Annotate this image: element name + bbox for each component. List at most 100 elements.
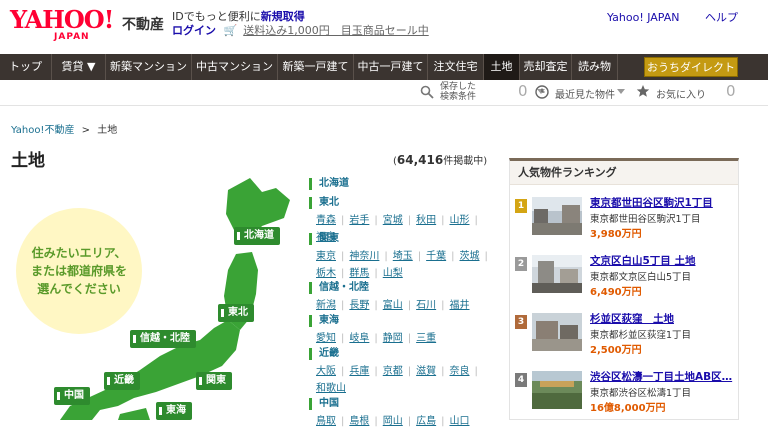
property-price: 2,500万円 xyxy=(590,345,642,356)
cart-icon: 🛒 xyxy=(223,24,238,37)
map-label-tokai[interactable]: 東海 xyxy=(156,402,192,420)
region-hokkaido: 北海道 xyxy=(309,178,499,190)
pref-link[interactable]: 静岡 xyxy=(383,333,403,344)
region-tokai: 東海 愛知 | 岐阜 | 静岡 | 三重 xyxy=(309,315,499,347)
property-price: 16億8,000万円 xyxy=(590,403,666,414)
ranking-title: 人気物件ランキング xyxy=(510,161,738,185)
ouchi-direct-button[interactable]: おうちダイレクト xyxy=(644,57,738,77)
clock-icon xyxy=(535,85,549,102)
property-address: 東京都世田谷区駒沢1丁目 xyxy=(590,214,701,225)
logo-site-name: 不動産 xyxy=(122,17,164,33)
nav-new-mansion[interactable]: 新築マンション xyxy=(106,54,192,80)
pref-link[interactable]: 神奈川 xyxy=(349,251,379,262)
nav-used-mansion[interactable]: 中古マンション xyxy=(192,54,278,80)
property-title[interactable]: 杉並区荻窪 土地 xyxy=(590,311,738,326)
property-title[interactable]: 文京区白山5丁目 土地 xyxy=(590,253,738,268)
property-address: 東京都渋谷区松濤1丁目 xyxy=(590,388,692,399)
region-name[interactable]: 東北 xyxy=(309,197,499,209)
region-kinki: 近畿 大阪 | 兵庫 | 京都 | 滋賀 | 奈良 | 和歌山 xyxy=(309,348,499,397)
pref-link[interactable]: 和歌山 xyxy=(316,383,346,394)
pref-link[interactable]: 富山 xyxy=(383,300,403,311)
pref-link[interactable]: 大阪 xyxy=(316,366,336,377)
logo-yahoo-text: YAHOO! xyxy=(10,5,114,34)
logo-japan-text: JAPAN xyxy=(54,32,90,42)
ranking-item[interactable]: 1 東京都世田谷区駒沢1丁目 東京都世田谷区駒沢1丁目 3,980万円 xyxy=(510,193,740,251)
favorites-count: 0 xyxy=(726,82,736,100)
pref-link[interactable]: 石川 xyxy=(416,300,436,311)
page-title: 土地 xyxy=(11,151,45,171)
pref-link[interactable]: 山梨 xyxy=(383,268,403,279)
pref-link[interactable]: 長野 xyxy=(349,300,369,311)
nav-sale-assessment[interactable]: 売却査定 xyxy=(520,54,572,80)
saved-conditions-label-2: 検索条件 xyxy=(440,92,477,102)
nav-top[interactable]: トップ xyxy=(0,54,52,80)
shikoku-shape[interactable] xyxy=(118,408,150,420)
login-link[interactable]: ログイン xyxy=(172,24,216,37)
pref-link[interactable]: 島根 xyxy=(349,416,369,427)
pref-link[interactable]: 東京 xyxy=(316,251,336,262)
nav-new-house[interactable]: 新築一戸建て xyxy=(278,54,354,80)
pref-link[interactable]: 新潟 xyxy=(316,300,336,311)
pref-link[interactable]: 鳥取 xyxy=(316,416,336,427)
pref-link[interactable]: 京都 xyxy=(383,366,403,377)
breadcrumb-current: 土地 xyxy=(97,125,118,136)
property-thumbnail[interactable] xyxy=(532,255,582,293)
pref-link[interactable]: 兵庫 xyxy=(349,366,369,377)
property-thumbnail[interactable] xyxy=(532,197,582,235)
pref-link[interactable]: 広島 xyxy=(416,416,436,427)
pref-link[interactable]: 奈良 xyxy=(450,366,470,377)
chevron-down-icon[interactable] xyxy=(617,89,625,94)
pref-link[interactable]: 岐阜 xyxy=(349,333,369,344)
yahoo-japan-link[interactable]: Yahoo! JAPAN xyxy=(607,11,680,24)
region-name[interactable]: 東海 xyxy=(309,315,499,327)
login-line: ログイン 🛒 送料込み1,000円 目玉商品セール中 xyxy=(172,22,429,38)
map-label-kanto[interactable]: 関東 xyxy=(196,372,232,390)
breadcrumb-home[interactable]: Yahoo!不動産 xyxy=(11,125,74,136)
pref-link[interactable]: 三重 xyxy=(416,333,436,344)
yahoo-realestate-logo[interactable]: YAHOO! JAPAN 不動産 xyxy=(10,5,164,43)
help-link[interactable]: ヘルプ xyxy=(705,11,738,24)
map-label-tohoku[interactable]: 東北 xyxy=(218,304,254,322)
pref-link[interactable]: 栃木 xyxy=(316,268,336,279)
nav-custom-home[interactable]: 注文住宅 xyxy=(428,54,484,80)
property-title[interactable]: 渋谷区松濤一丁目土地AB区… xyxy=(590,369,738,384)
pref-link[interactable]: 青森 xyxy=(316,215,336,226)
nav-rent[interactable]: 賃貸 ▼ xyxy=(52,54,106,80)
nav-articles[interactable]: 読み物 xyxy=(572,54,618,80)
nav-land[interactable]: 土地 xyxy=(484,54,520,80)
region-name[interactable]: 近畿 xyxy=(309,348,499,360)
ranking-item[interactable]: 2 文京区白山5丁目 土地 東京都文京区白山5丁目 6,490万円 xyxy=(510,251,740,309)
rank-badge: 4 xyxy=(515,373,527,387)
region-name[interactable]: 信越・北陸 xyxy=(309,282,499,294)
property-thumbnail[interactable] xyxy=(532,371,582,409)
pref-link[interactable]: 山口 xyxy=(450,416,470,427)
nav-used-house[interactable]: 中古一戸建て xyxy=(354,54,428,80)
region-name[interactable]: 関東 xyxy=(309,233,499,245)
sale-link[interactable]: 送料込み1,000円 目玉商品セール中 xyxy=(243,24,429,37)
pref-link[interactable]: 滋賀 xyxy=(416,366,436,377)
pref-link[interactable]: 茨城 xyxy=(460,251,480,262)
pref-link[interactable]: 福井 xyxy=(450,300,470,311)
ranking-item[interactable]: 3 杉並区荻窪 土地 東京都杉並区荻窪1丁目 2,500万円 xyxy=(510,309,740,367)
pref-link[interactable]: 岡山 xyxy=(383,416,403,427)
area-prompt-bubble: 住みたいエリア、 または都道府県を 選んでください xyxy=(16,208,142,334)
pref-link[interactable]: 秋田 xyxy=(416,215,436,226)
pref-link[interactable]: 千葉 xyxy=(426,251,446,262)
region-name[interactable]: 中国 xyxy=(309,398,499,410)
map-label-shinetsu-hokuriku[interactable]: 信越・北陸 xyxy=(130,330,196,348)
region-name[interactable]: 北海道 xyxy=(309,178,499,190)
map-label-chugoku[interactable]: 中国 xyxy=(54,387,90,405)
pref-link[interactable]: 宮城 xyxy=(383,215,403,226)
map-label-kinki[interactable]: 近畿 xyxy=(104,372,140,390)
area-prompt-line-2: または都道府県を xyxy=(30,264,127,278)
ranking-item[interactable]: 4 渋谷区松濤一丁目土地AB区… 東京都渋谷区松濤1丁目 16億8,000万円 xyxy=(510,367,740,425)
pref-link[interactable]: 岩手 xyxy=(349,215,369,226)
breadcrumb-separator: > xyxy=(81,125,91,136)
map-label-hokkaido[interactable]: 北海道 xyxy=(234,227,280,245)
property-thumbnail[interactable] xyxy=(532,313,582,351)
pref-link[interactable]: 埼玉 xyxy=(393,251,413,262)
pref-link[interactable]: 山形 xyxy=(450,215,470,226)
pref-link[interactable]: 群馬 xyxy=(349,268,369,279)
pref-link[interactable]: 愛知 xyxy=(316,333,336,344)
property-title[interactable]: 東京都世田谷区駒沢1丁目 xyxy=(590,195,738,210)
